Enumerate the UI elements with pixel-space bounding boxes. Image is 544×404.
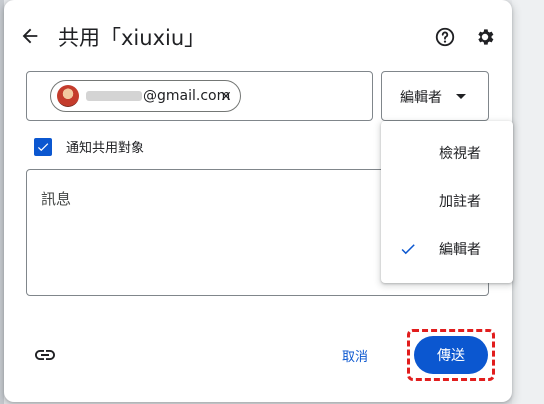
background-panel-right xyxy=(512,0,544,404)
role-option-commenter[interactable]: 加註者 xyxy=(381,177,513,225)
help-circle-icon xyxy=(435,27,455,47)
role-option-label: 加註者 xyxy=(439,194,481,210)
role-option-label: 檢視者 xyxy=(439,146,481,162)
caret-down-icon xyxy=(456,94,466,99)
role-menu: 檢視者 加註者 編輯者 xyxy=(381,121,513,283)
role-option-editor[interactable]: 編輯者 xyxy=(381,225,513,273)
notify-row: 通知共用對象 xyxy=(34,137,144,156)
recipient-email: @gmail.com xyxy=(86,88,230,104)
notify-label: 通知共用對象 xyxy=(66,141,145,156)
link-icon xyxy=(35,350,55,360)
close-icon xyxy=(221,91,231,101)
help-button[interactable] xyxy=(432,24,458,50)
arrow-left-icon xyxy=(22,28,38,44)
cancel-button[interactable]: 取消 xyxy=(342,346,368,365)
check-icon xyxy=(401,244,415,255)
gear-icon xyxy=(478,29,494,45)
redacted-text xyxy=(86,91,142,101)
share-dialog: 共用「xiuxiu」 @gmail.com 編輯者 通知共用對象 訊息 取消 傳… xyxy=(4,0,513,402)
role-option-label: 編輯者 xyxy=(439,242,481,258)
dialog-title: 共用「xiuxiu」 xyxy=(58,26,206,50)
copy-link-button[interactable] xyxy=(32,342,58,368)
recipient-input[interactable]: @gmail.com xyxy=(26,71,373,121)
notify-checkbox[interactable] xyxy=(34,137,52,156)
message-placeholder: 訊息 xyxy=(41,190,72,208)
recipient-chip[interactable]: @gmail.com xyxy=(50,80,241,112)
send-button[interactable]: 傳送 xyxy=(414,336,488,374)
remove-recipient-button[interactable] xyxy=(217,87,235,105)
role-dropdown[interactable]: 編輯者 xyxy=(381,71,489,121)
role-dropdown-label: 編輯者 xyxy=(400,90,442,106)
check-icon xyxy=(37,142,49,151)
settings-button[interactable] xyxy=(472,24,498,50)
avatar xyxy=(57,85,79,107)
back-button[interactable] xyxy=(16,22,44,50)
role-option-viewer[interactable]: 檢視者 xyxy=(381,129,513,177)
